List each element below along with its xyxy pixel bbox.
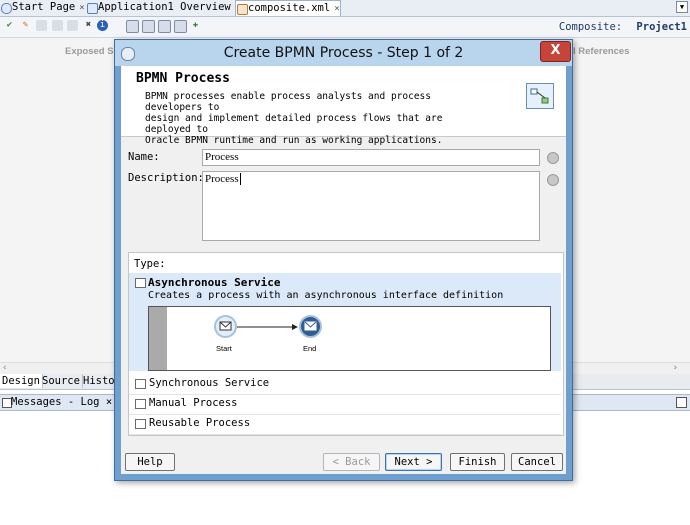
tab-design[interactable]: Design: [0, 374, 43, 388]
service-type-icon: [135, 379, 146, 389]
service-type-icon: [135, 399, 146, 409]
service-type-icon: [135, 278, 146, 288]
help-circle-icon: [1, 3, 12, 14]
type-item-asynchronous-service[interactable]: Asynchronous Service Creates a process w…: [129, 273, 561, 371]
type-item-description: Creates a process with an asynchronous i…: [148, 290, 504, 301]
tab-start-page[interactable]: Start Page ×: [0, 0, 85, 15]
maximize-icon[interactable]: [676, 397, 687, 408]
deploy-icon[interactable]: [174, 20, 187, 33]
type-item-manual-process[interactable]: Manual Process: [129, 394, 561, 415]
finish-button[interactable]: Finish: [450, 453, 505, 471]
next-button[interactable]: Next >: [385, 453, 442, 471]
refresh-icon[interactable]: [158, 20, 171, 33]
scroll-right-icon[interactable]: ›: [673, 363, 678, 374]
name-field[interactable]: Process: [202, 149, 540, 166]
tab-list-dropdown-icon[interactable]: ▼: [676, 1, 688, 13]
help-button[interactable]: Help: [125, 453, 175, 471]
composite-label: Composite:: [558, 21, 623, 33]
external-references-header: l References: [573, 46, 630, 57]
tab-application-overview[interactable]: Application1 Overview×: [86, 0, 240, 15]
description-field[interactable]: Process: [202, 171, 540, 241]
validate-icon[interactable]: ✔: [4, 20, 15, 31]
start-label: Start: [216, 344, 232, 353]
sequence-flow-arrow: [237, 324, 298, 330]
process-preview: Start End: [148, 306, 551, 371]
header-description: BPMN processes enable process analysts a…: [145, 91, 443, 146]
type-item-reusable-process[interactable]: Reusable Process: [129, 414, 561, 435]
wand-icon[interactable]: ✎: [20, 20, 31, 31]
back-button[interactable]: < Back: [323, 453, 380, 471]
end-label: End: [303, 344, 317, 353]
description-text: Process: [205, 173, 239, 185]
tab-history[interactable]: Histo: [81, 374, 118, 388]
name-help-icon[interactable]: [547, 152, 559, 164]
service-type-icon: [135, 419, 146, 429]
description-help-icon[interactable]: [547, 174, 559, 186]
type-item-label: Asynchronous Service: [148, 276, 281, 289]
dialog-title-bar[interactable]: Create BPMN Process - Step 1 of 2 X: [115, 40, 572, 66]
start-event-icon: [214, 315, 237, 338]
layout-icon[interactable]: [126, 20, 139, 33]
tree-icon[interactable]: [142, 20, 155, 33]
type-item-label: Manual Process: [149, 397, 238, 409]
application-icon: [87, 3, 98, 14]
name-label: Name:: [128, 151, 160, 163]
delete-icon[interactable]: ✖: [83, 20, 94, 31]
type-label: Type:: [134, 258, 166, 270]
tab-label: Start Page: [12, 1, 76, 13]
description-label: Description:: [128, 172, 204, 184]
end-event-icon: [299, 315, 322, 338]
close-tab-icon[interactable]: ×: [334, 4, 339, 14]
close-tab-icon[interactable]: ×: [79, 3, 84, 13]
dialog-title: Create BPMN Process - Step 1 of 2: [223, 45, 464, 61]
close-button[interactable]: X: [540, 41, 571, 62]
tab-label: composite.xml: [248, 2, 331, 14]
wire-icon[interactable]: [36, 20, 47, 31]
type-list: Type: Asynchronous Service Creates a pro…: [128, 252, 564, 436]
header-title: BPMN Process: [136, 71, 230, 86]
tab-composite-xml[interactable]: composite.xml ×: [235, 0, 341, 16]
bpmn-process-icon: [526, 83, 554, 109]
document-tab-bar: Start Page× Application1 Overview× compo…: [0, 0, 690, 17]
cancel-button[interactable]: Cancel: [511, 453, 563, 471]
type-item-synchronous-service[interactable]: Synchronous Service: [129, 374, 561, 395]
type-item-label: Reusable Process: [149, 417, 251, 429]
type-item-label: Synchronous Service: [149, 377, 270, 389]
copy-icon[interactable]: [67, 20, 78, 31]
create-bpmn-process-dialog: Create BPMN Process - Step 1 of 2 X BPMN…: [114, 39, 573, 481]
dialog-body: BPMN Process BPMN processes enable proce…: [121, 66, 566, 474]
composite-name: Project1: [636, 21, 687, 33]
preview-swimlane: [149, 307, 167, 370]
messages-log-tab[interactable]: Messages - Log ×: [11, 395, 112, 409]
scroll-left-icon[interactable]: ‹: [2, 363, 7, 374]
composite-icon: [237, 4, 248, 15]
tab-source[interactable]: Source: [40, 374, 83, 388]
cut-icon[interactable]: [52, 20, 63, 31]
tab-label: Application1 Overview: [98, 1, 231, 13]
info-icon[interactable]: i: [97, 20, 108, 31]
text-caret: [239, 173, 241, 185]
composite-indicator: Composite: Project1: [559, 21, 687, 33]
dialog-header-panel: BPMN Process BPMN processes enable proce…: [121, 66, 566, 146]
test-icon[interactable]: ✚: [190, 20, 201, 31]
